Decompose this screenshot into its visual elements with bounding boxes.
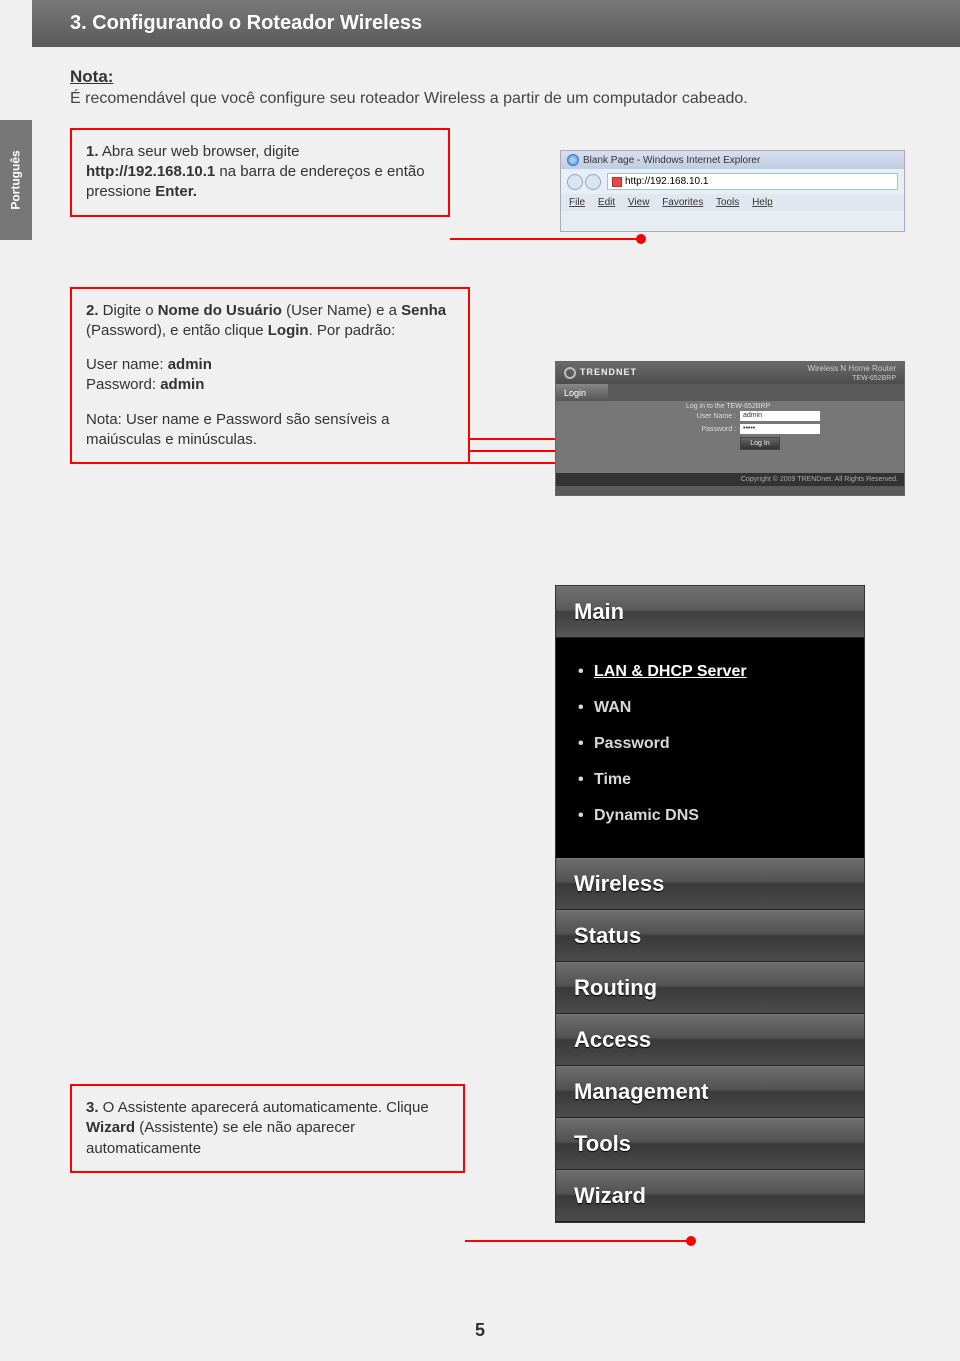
login-header: TRENDNET Wireless N Home Router TEW-652B…: [556, 362, 904, 384]
step-1-box: 1. Abra seur web browser, digite http://…: [70, 128, 450, 217]
address-text: http://192.168.10.1: [625, 176, 708, 187]
login-footer: Copyright © 2009 TRENDnet. All Rights Re…: [556, 473, 904, 486]
ie-icon: [567, 154, 579, 166]
login-button[interactable]: Log In: [740, 437, 780, 450]
menu-view[interactable]: View: [628, 197, 650, 208]
login-user-input[interactable]: admin: [740, 411, 820, 421]
menu-main-items: LAN & DHCP Server WAN Password Time Dyna…: [556, 638, 864, 858]
login-pass-row: Password : •••••: [686, 424, 894, 434]
page-number: 5: [0, 1320, 960, 1341]
forward-button[interactable]: [585, 174, 601, 190]
login-pass-input[interactable]: •••••: [740, 424, 820, 434]
step-3-text: 3. O Assistente aparecerá automaticament…: [86, 1098, 449, 1159]
menu-item-dynamic-dns[interactable]: Dynamic DNS: [578, 798, 842, 834]
login-model: TEW-652BRP: [852, 375, 896, 382]
menu-wizard[interactable]: Wizard: [556, 1170, 864, 1222]
step-2-text: 2. Digite o Nome do Usuário (User Name) …: [86, 301, 454, 342]
page-header: 3. Configurando o Roteador Wireless: [32, 0, 960, 47]
menu-item-wan[interactable]: WAN: [578, 690, 842, 726]
login-subtitle: Wireless N Home Router: [808, 364, 896, 373]
menu-management[interactable]: Management: [556, 1066, 864, 1118]
browser-menubar: File Edit View Favorites Tools Help: [561, 194, 904, 211]
login-screenshot: TRENDNET Wireless N Home Router TEW-652B…: [555, 361, 905, 496]
browser-navbar: http://192.168.10.1: [561, 169, 904, 194]
step-2-pass: Password: admin: [86, 375, 454, 395]
menu-tools[interactable]: Tools: [556, 1118, 864, 1170]
step-3-box: 3. O Assistente aparecerá automaticament…: [70, 1084, 465, 1173]
menu-status[interactable]: Status: [556, 910, 864, 962]
connector-dot-1: [636, 234, 646, 244]
menu-item-time[interactable]: Time: [578, 762, 842, 798]
address-bar[interactable]: http://192.168.10.1: [607, 173, 898, 190]
menu-item-password[interactable]: Password: [578, 726, 842, 762]
router-menu-screenshot: Main LAN & DHCP Server WAN Password Time…: [555, 585, 865, 1223]
browser-titlebar: Blank Page - Windows Internet Explorer: [561, 151, 904, 169]
step-2-box: 2. Digite o Nome do Usuário (User Name) …: [70, 287, 470, 465]
intro-text: É recomendável que você configure seu ro…: [70, 89, 900, 110]
step-2-note: Nota: User name e Password são sensíveis…: [86, 410, 454, 451]
menu-help[interactable]: Help: [752, 197, 773, 208]
menu-tools[interactable]: Tools: [716, 197, 739, 208]
menu-main-head[interactable]: Main: [556, 586, 864, 638]
menu-item-lan-dhcp[interactable]: LAN & DHCP Server: [578, 654, 842, 690]
browser-title-text: Blank Page - Windows Internet Explorer: [583, 155, 760, 166]
connector-dot-3: [686, 1236, 696, 1246]
login-pass-label: Password :: [686, 426, 736, 433]
login-tab: Login: [556, 384, 608, 401]
menu-edit[interactable]: Edit: [598, 197, 615, 208]
menu-access[interactable]: Access: [556, 1014, 864, 1066]
back-button[interactable]: [567, 174, 583, 190]
login-heading: Log in to the TEW-652BRP: [686, 403, 770, 410]
nav-buttons[interactable]: [567, 174, 601, 190]
header-title: 3. Configurando o Roteador Wireless: [70, 12, 422, 34]
menu-wireless[interactable]: Wireless: [556, 858, 864, 910]
menu-file[interactable]: File: [569, 197, 585, 208]
connector-line-1: [450, 238, 640, 240]
login-body: Log in to the TEW-652BRP User Name : adm…: [556, 401, 904, 473]
step-2-user: User name: admin: [86, 355, 454, 375]
menu-routing[interactable]: Routing: [556, 962, 864, 1014]
menu-favorites[interactable]: Favorites: [662, 197, 703, 208]
trendnet-logo: TRENDNET: [564, 367, 637, 379]
swirl-icon: [564, 367, 576, 379]
browser-screenshot: Blank Page - Windows Internet Explorer h…: [560, 150, 905, 232]
nota-heading: Nota:: [70, 67, 900, 87]
page-icon: [612, 177, 622, 187]
step-1-text: 1. Abra seur web browser, digite http://…: [86, 142, 434, 203]
login-user-label: User Name :: [686, 413, 736, 420]
connector-line-3: [465, 1240, 690, 1242]
login-user-row: User Name : admin: [686, 411, 894, 421]
